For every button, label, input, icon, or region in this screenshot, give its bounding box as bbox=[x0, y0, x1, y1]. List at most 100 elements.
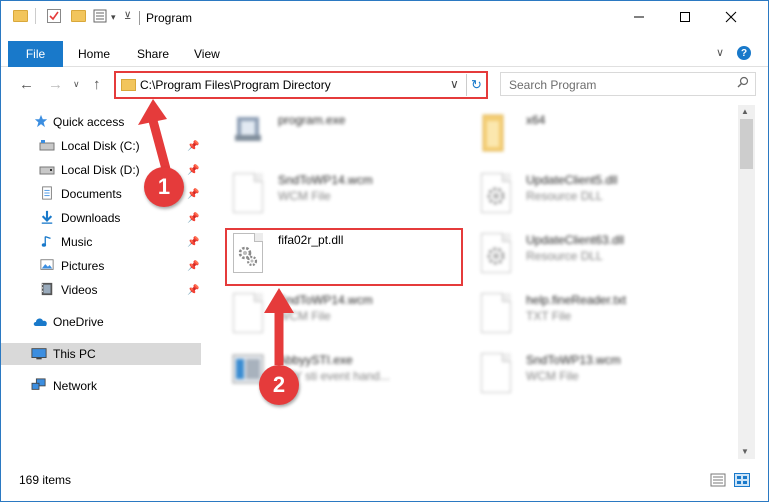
pin-icon: 📌 bbox=[187, 260, 200, 272]
new-folder-icon[interactable] bbox=[71, 10, 86, 22]
sidebar-item-label: Network bbox=[53, 379, 98, 393]
sidebar-item-pictures[interactable]: Pictures 📌 bbox=[1, 255, 201, 277]
file-name: UpdateClient5.dll bbox=[526, 173, 618, 187]
tab-home[interactable]: Home bbox=[78, 47, 110, 61]
close-icon bbox=[725, 11, 737, 23]
sidebar-item-local-disk-c[interactable]: Local Disk (C:) 📌 bbox=[1, 135, 201, 157]
list-item[interactable]: SndToWP13.wcm WCM File bbox=[479, 351, 719, 407]
sidebar-item-label: Downloads bbox=[61, 211, 121, 225]
videos-icon bbox=[41, 282, 53, 296]
file-type: WCM File bbox=[278, 309, 331, 323]
sidebar-item-label: Local Disk (C:) bbox=[61, 139, 140, 153]
file-name: AbbyySTI.exe bbox=[278, 353, 353, 367]
divider bbox=[35, 8, 36, 24]
list-item[interactable]: SndToWP14.wcm WCM File bbox=[231, 291, 471, 347]
file-type: Resource DLL bbox=[526, 189, 603, 203]
file-type: WCM File bbox=[526, 369, 579, 383]
window-title: Program bbox=[146, 11, 193, 25]
file-icon bbox=[479, 351, 513, 395]
help-icon[interactable]: ? bbox=[737, 46, 751, 60]
file-name: SndToWP14.wcm bbox=[278, 173, 373, 187]
documents-icon bbox=[42, 186, 52, 200]
back-arrow-icon[interactable]: ← bbox=[19, 76, 34, 93]
sidebar-item-label: Videos bbox=[61, 283, 98, 297]
scroll-down-icon[interactable]: ▼ bbox=[741, 447, 749, 456]
maximize-icon bbox=[680, 12, 690, 22]
folder-icon bbox=[482, 114, 504, 152]
list-item[interactable]: x64 bbox=[479, 111, 719, 167]
list-item[interactable]: help.fineReader.txt TXT File bbox=[479, 291, 719, 347]
list-item[interactable]: UpdateClient63.dll Resource DLL bbox=[479, 231, 719, 287]
callout-1: 1 bbox=[144, 167, 184, 207]
refresh-icon[interactable]: ↻ bbox=[466, 74, 486, 96]
title-separator bbox=[139, 11, 140, 25]
file-name: help.fineReader.txt bbox=[526, 293, 627, 307]
sidebar-item-label: Local Disk (D:) bbox=[61, 163, 140, 177]
address-path[interactable]: C:\Program Files\Program Directory bbox=[140, 78, 331, 92]
expand-ribbon-icon[interactable]: ∨ bbox=[716, 46, 724, 59]
pin-icon: 📌 bbox=[187, 140, 200, 152]
tab-view[interactable]: View bbox=[194, 47, 220, 61]
file-type: Resource DLL bbox=[526, 249, 603, 263]
large-icons-view-icon[interactable] bbox=[734, 473, 750, 487]
customize-toolbar-icon[interactable] bbox=[93, 9, 107, 23]
ribbon: File Home Share View ∨ ? bbox=[1, 41, 768, 67]
file-name: x64 bbox=[526, 113, 546, 127]
pin-icon: 📌 bbox=[187, 212, 200, 224]
drive-icon bbox=[39, 140, 55, 151]
sidebar-item-onedrive[interactable]: OneDrive bbox=[1, 311, 201, 333]
vertical-scrollbar[interactable]: ▲ ▼ bbox=[738, 105, 755, 459]
list-item[interactable]: program.exe bbox=[231, 111, 471, 167]
file-type: TXT File bbox=[526, 309, 572, 323]
onedrive-icon bbox=[33, 318, 47, 326]
sidebar-item-label: Music bbox=[61, 235, 93, 249]
address-bar[interactable]: C:\Program Files\Program Directory ∨ ↻ bbox=[114, 71, 488, 99]
tab-share[interactable]: Share bbox=[137, 47, 169, 61]
sidebar-item-quick-access[interactable]: Quick access bbox=[1, 111, 201, 133]
file-icon bbox=[231, 171, 265, 215]
search-icon bbox=[737, 76, 749, 88]
status-bar: 169 items bbox=[1, 469, 768, 491]
sidebar-item-music[interactable]: Music 📌 bbox=[1, 231, 201, 253]
details-view-icon[interactable] bbox=[710, 473, 726, 487]
dll-icon bbox=[479, 231, 513, 275]
scrollbar-thumb[interactable] bbox=[740, 119, 753, 169]
title-bar: ▾ ⊻ Program bbox=[1, 1, 768, 37]
maximize-button[interactable] bbox=[662, 1, 708, 33]
forward-arrow-icon[interactable]: → bbox=[48, 76, 63, 93]
callout-2: 2 bbox=[259, 365, 299, 405]
scroll-up-icon[interactable]: ▲ bbox=[741, 107, 749, 116]
pin-icon: 📌 bbox=[187, 164, 200, 176]
pin-icon: 📌 bbox=[187, 284, 200, 296]
folder-icon bbox=[13, 10, 28, 22]
file-name: UpdateClient63.dll bbox=[526, 233, 625, 247]
search-input[interactable]: Search Program bbox=[500, 72, 756, 96]
minimize-icon bbox=[634, 16, 644, 18]
downloads-icon bbox=[41, 210, 53, 224]
dropdown-icon[interactable]: ▾ bbox=[111, 12, 116, 23]
exe-icon bbox=[235, 117, 261, 141]
pin-icon: 📌 bbox=[187, 188, 200, 200]
sidebar-item-videos[interactable]: Videos 📌 bbox=[1, 279, 201, 301]
up-arrow-icon[interactable]: ↑ bbox=[93, 76, 101, 93]
sidebar-item-label: This PC bbox=[53, 347, 96, 361]
sidebar-item-network[interactable]: Network bbox=[1, 375, 201, 397]
minimize-button[interactable] bbox=[616, 1, 662, 33]
recent-locations-icon[interactable]: ∨ bbox=[73, 79, 80, 90]
close-button[interactable] bbox=[708, 1, 754, 33]
item-count: 169 items bbox=[19, 473, 72, 487]
file-name: SndToWP14.wcm bbox=[278, 293, 373, 307]
chevron-down-icon[interactable]: ∨ bbox=[450, 77, 459, 91]
star-icon bbox=[34, 114, 48, 128]
properties-icon[interactable] bbox=[47, 9, 61, 23]
list-item[interactable]: SndToWP14.wcm WCM File bbox=[231, 171, 471, 227]
sidebar-item-this-pc[interactable]: This PC bbox=[1, 343, 201, 365]
file-type: WCM File bbox=[278, 189, 331, 203]
sidebar-item-downloads[interactable]: Downloads 📌 bbox=[1, 207, 201, 229]
quick-access-toolbar-icon[interactable]: ⊻ bbox=[124, 11, 131, 22]
tab-file[interactable]: File bbox=[8, 41, 63, 67]
list-item[interactable]: UpdateClient5.dll Resource DLL bbox=[479, 171, 719, 227]
sidebar-item-label: Pictures bbox=[61, 259, 105, 273]
navigation-pane: Quick access Local Disk (C:) 📌 Local Dis… bbox=[1, 105, 201, 459]
sidebar-item-label: Documents bbox=[61, 187, 122, 201]
